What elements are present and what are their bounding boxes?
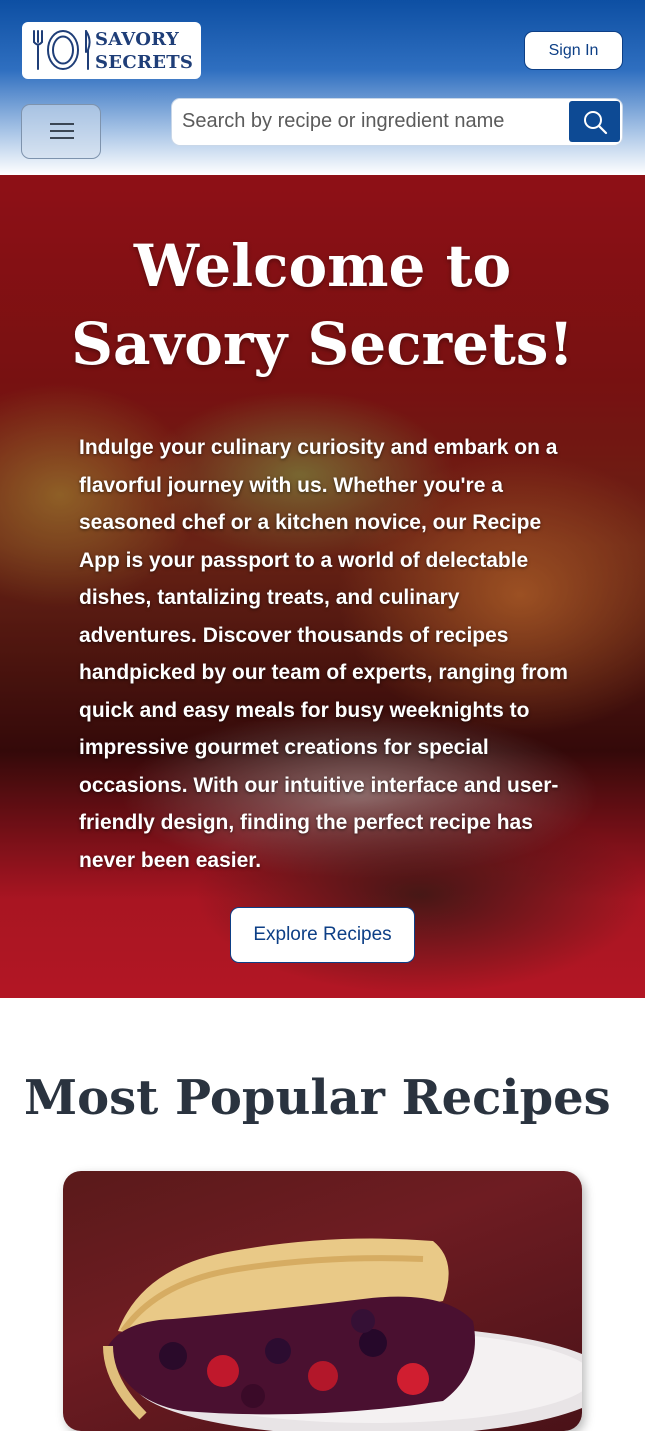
search-input[interactable] [172,99,570,144]
search-button[interactable] [569,101,620,142]
menu-toggle-button[interactable] [21,104,101,159]
recipe-card[interactable] [63,1171,582,1431]
hero-title: Welcome to Savory Secrets! [71,232,574,378]
plate-fork-knife-icon [33,30,91,70]
brand-name-line1: SAVORY [95,29,180,50]
brand-name-line2: SECRETS [95,52,194,73]
hero-banner: Welcome to Savory Secrets! Indulge your … [0,175,645,998]
brand-logo[interactable]: SAVORY SECRETS [22,22,201,79]
explore-recipes-button[interactable]: Explore Recipes [230,907,415,963]
search-bar [171,98,623,146]
recipe-image [103,1238,582,1431]
brand-name: SAVORY SECRETS [95,28,193,74]
hero-description: Indulge your culinary curiosity and emba… [79,436,568,872]
search-icon [583,110,607,134]
popular-recipes-heading: Most Popular Recipes [24,1070,611,1126]
sign-in-button[interactable]: Sign In [524,31,623,70]
site-header: SAVORY SECRETS Sign In [0,0,645,175]
